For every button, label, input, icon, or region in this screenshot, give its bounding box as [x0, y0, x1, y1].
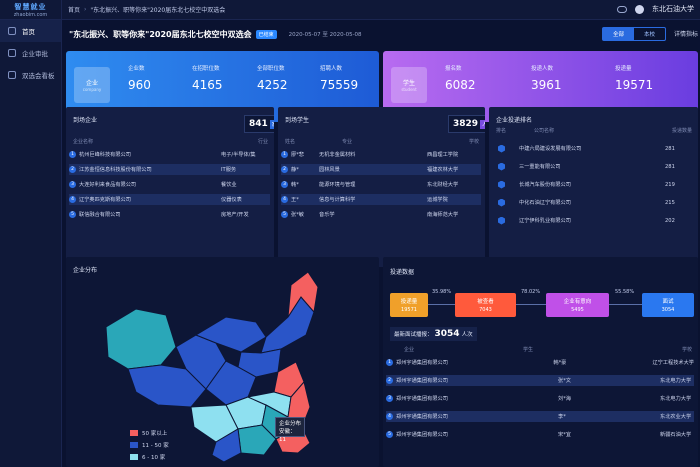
attending-students-panel: 到场学生 3829 人 姓名 专业 学校 1 廖*悲 无机非金属材料 西昌理工学院 2 静* 园… — [278, 107, 485, 267]
date-range: 2020-05-07 至 2020-05-08 — [288, 32, 362, 38]
table-row[interactable]: 4 王* 信息与计算科学 运城学院 — [281, 194, 481, 205]
kpi-hiring-count: 招聘人数 75559 — [320, 66, 359, 92]
main-content: "东北振兴、职等你来"2020届东北七校空中双选会 已结束 2020-05-07… — [66, 23, 698, 467]
table-row[interactable]: 1 郑州宇通集团有限公司 韩*豪 辽宁工程技术大学 — [386, 357, 694, 368]
kpi-open-positions: 在招职位数 4165 — [192, 66, 223, 92]
breadcrumb-current: "东北振兴、职等你来"2020届东北七校空中双选会 — [90, 7, 226, 14]
ranking-row[interactable]: 中建六局建设发展有限公司 281 — [492, 143, 694, 154]
company-icon: 企业 company — [74, 67, 110, 103]
kpi-total-positions: 全部职位数 4252 — [257, 66, 288, 92]
rank-badge-icon — [498, 216, 505, 225]
rank-badge-icon — [498, 198, 505, 207]
table-row[interactable]: 5 联信融合有限公司 房地产/开发 — [69, 209, 270, 220]
page-header: "东北振兴、职等你来"2020届东北七校空中双选会 已结束 2020-05-07… — [66, 23, 698, 45]
ranking-row[interactable]: 长城汽车股份有限公司 219 — [492, 179, 694, 190]
top-bar: 首页 › "东北振兴、职等你来"2020届东北七校空中双选会 东北石油大学 — [62, 0, 700, 20]
table-row[interactable]: 5 张*敏 音乐学 南海师范大学 — [281, 209, 481, 220]
status-badge: 已结束 — [255, 29, 277, 39]
tab-all[interactable]: 全部 — [602, 28, 634, 40]
page-title: "东北振兴、职等你来"2020届东北七校空中双选会 — [69, 29, 252, 39]
panel-title: 投递数据 — [390, 269, 415, 276]
funnel-delivered: 投递量 19571 — [390, 293, 428, 317]
company-ranking-panel: 企业投递排名 排名 公司名称 投递数量 中建六局建设发展有限公司 281 三一重能有限… — [489, 107, 698, 267]
table-header: 企业名称 行业 — [73, 139, 268, 145]
rank-badge-icon — [498, 162, 505, 171]
conversion-rate: 35.98% — [432, 289, 452, 295]
kpi-deliveries: 投递量 19571 — [615, 66, 654, 92]
home-icon — [8, 27, 16, 35]
legend-item: 11 - 50 家 — [130, 441, 169, 449]
detail-link[interactable]: 详情指标 — [674, 29, 698, 38]
conversion-rate: 78.02% — [521, 289, 541, 295]
table-row[interactable]: 3 大连好利来食品有限公司 餐饮业 — [69, 179, 270, 190]
funnel-interested: 企业有意向 5495 — [546, 293, 609, 317]
panel-title: 到场企业 — [73, 117, 98, 124]
scope-toggle: 全部 本校 — [601, 27, 666, 41]
ranking-row[interactable]: 三一重能有限公司 281 — [492, 161, 694, 172]
latest-interview-banner: 最新面试播报： 3054 人次 — [390, 327, 477, 341]
attending-companies-panel: 到场企业 841家 企业名称行业 1杭州巨峰科技有限公司电子/半导体/集 2江苏… — [66, 107, 274, 267]
funnel-interview: 面试 3054 — [642, 293, 694, 317]
rank-badge-icon — [498, 180, 505, 189]
conversion-rate: 55.58% — [615, 289, 635, 295]
table-header: 企业 学生 学校 — [404, 347, 692, 353]
china-map[interactable] — [66, 257, 379, 467]
table-row[interactable]: 3 韩* 能源环境与管理 东北财经大学 — [281, 179, 481, 190]
sidebar-item-company-approval[interactable]: 企业审批 — [0, 42, 61, 64]
company-distribution-panel: 企业分布 50 家以上 11 - 50 家 6 - 10 家 — [66, 257, 379, 467]
avatar[interactable] — [635, 4, 644, 14]
document-icon — [8, 49, 16, 57]
table-row[interactable]: 2 静* 园林风景 福建农林大学 — [281, 164, 481, 175]
legend-item: 50 家以上 — [130, 429, 167, 437]
cloud-icon[interactable] — [617, 5, 627, 13]
table-header: 姓名 专业 学校 — [285, 139, 479, 145]
panel-title: 企业投递排名 — [496, 117, 533, 124]
table-header: 排名 公司名称 投递数量 — [496, 128, 692, 134]
delivery-data-panel: 投递数据 企业 学生 学校 最新面试播报： 3054 人次 1 郑州宇通集团有限公司韩… — [383, 257, 698, 467]
breadcrumb-home[interactable]: 首页 — [68, 5, 80, 14]
ranking-row[interactable]: 中化石油辽宁有限公司 215 — [492, 197, 694, 208]
table-row[interactable]: 3 郑州宇通集团有限公司 刘*海 东北电力大学 — [386, 393, 694, 404]
logo[interactable]: 智慧就业 zhaobim.com — [0, 0, 61, 20]
breadcrumb-separator: › — [84, 6, 87, 13]
student-icon: 学生 student — [391, 67, 427, 103]
kpi-registrations: 报名数 6082 — [445, 66, 476, 92]
funnel-viewed: 被查看 7043 — [455, 293, 516, 317]
dashboard-icon — [8, 71, 16, 79]
ranking-row[interactable]: 辽宁伊科乳业有限公司 202 — [492, 215, 694, 226]
map-tooltip: 企业分布 安徽：11 — [275, 417, 305, 443]
panel-title: 到场学生 — [285, 117, 310, 124]
table-row[interactable]: 1 廖*悲 无机非金属材料 西昌理工学院 — [281, 149, 481, 160]
table-row[interactable]: 4 郑州宇通集团有限公司 李* 东北农业大学 — [386, 411, 694, 422]
tab-own-school[interactable]: 本校 — [634, 28, 665, 40]
company-count: 841家 — [244, 115, 274, 133]
table-row[interactable]: 5 郑州宇通集团有限公司 宋*宜 新疆石油大学 — [386, 429, 694, 440]
rank-badge-icon — [498, 144, 505, 153]
table-row[interactable]: 2 江苏金恒信息科技股份有限公司 IT服务 — [69, 164, 270, 175]
kpi-company-count: 企业数 960 — [128, 66, 151, 92]
student-count: 3829 人 — [448, 115, 485, 133]
kpi-applicants: 投递人数 3961 — [531, 66, 562, 92]
user-name[interactable]: 东北石油大学 — [652, 4, 694, 14]
sidebar-item-fair-board[interactable]: 双选会看板 — [0, 64, 61, 86]
table-row[interactable]: 2 郑州宇通集团有限公司 张*文 东北电力大学 — [386, 375, 694, 386]
legend-item: 6 - 10 家 — [130, 453, 165, 461]
table-row[interactable]: 4 辽宁奥匹克斯有限公司 仪器仪表 — [69, 194, 270, 205]
sidebar: 智慧就业 zhaobim.com 首页 企业审批 双选会看板 — [0, 0, 62, 467]
sidebar-item-home[interactable]: 首页 — [0, 20, 61, 42]
table-row[interactable]: 1 杭州巨峰科技有限公司 电子/半导体/集 — [69, 149, 270, 160]
